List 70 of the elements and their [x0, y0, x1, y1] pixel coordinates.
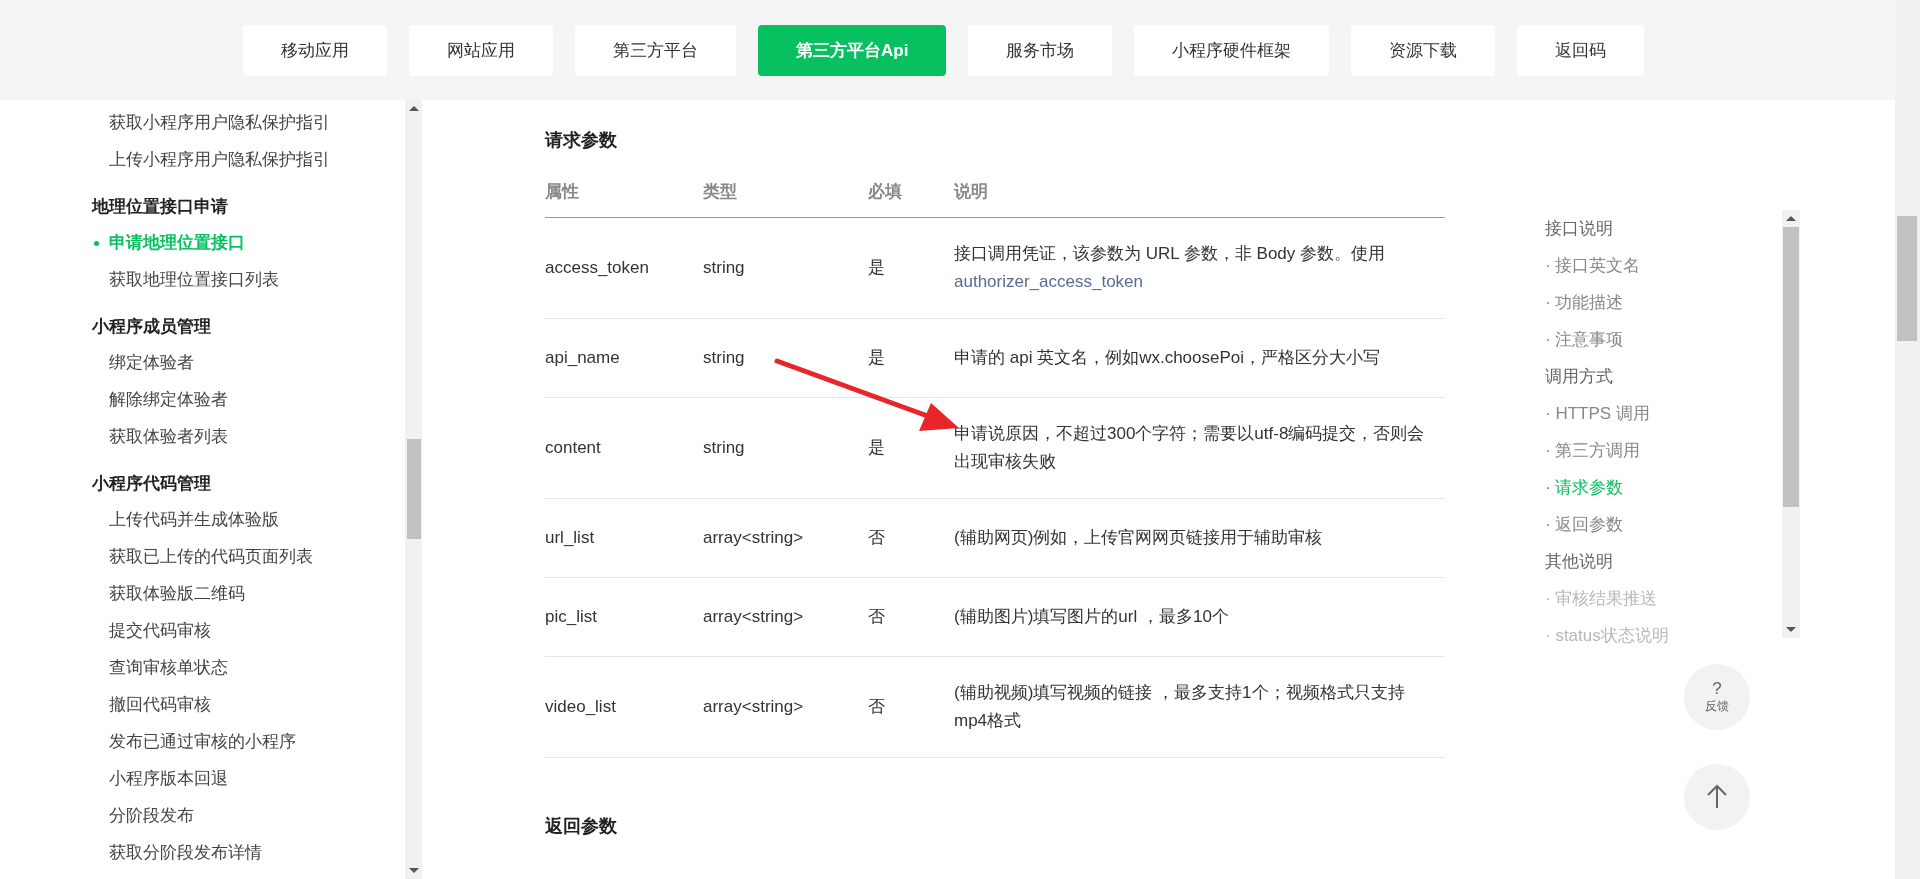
nav-tab[interactable]: 小程序硬件框架: [1134, 24, 1330, 76]
table-cell: 申请的 api 英文名，例如wx.choosePoi，严格区分大小写: [954, 318, 1445, 398]
sidebar-item[interactable]: 撤回代码审核: [92, 686, 405, 723]
section-heading: 返回参数: [545, 815, 618, 838]
column-header: 类型: [703, 180, 868, 218]
sidebar-item[interactable]: 获取小程序用户隐私保护指引: [92, 104, 405, 141]
description-text: 接口调用凭证，该参数为 URL 参数，非 Body 参数。使用: [954, 244, 1386, 263]
table-cell: array<string>: [703, 498, 868, 578]
sidebar-item[interactable]: 上传代码并生成体验版: [92, 501, 405, 538]
sidebar-item[interactable]: 绑定体验者: [92, 344, 405, 381]
sidebar-item[interactable]: 获取分阶段发布详情: [92, 834, 405, 871]
table-cell: pic_list: [545, 577, 703, 657]
toc-link[interactable]: 接口说明: [1545, 210, 1780, 247]
table-cell: 是: [868, 318, 954, 398]
nav-tab[interactable]: 网站应用: [409, 24, 553, 76]
sidebar-item[interactable]: 获取体验版二维码: [92, 575, 405, 612]
sidebar-item[interactable]: 小程序版本回退: [92, 760, 405, 797]
feedback-button[interactable]: ? 反馈: [1684, 664, 1750, 730]
sidebar-item[interactable]: 发布已通过审核的小程序: [92, 723, 405, 760]
sidebar-group-title: 地理位置接口申请: [92, 196, 229, 218]
toc-link[interactable]: · 接口英文名: [1545, 247, 1780, 284]
table-cell: string: [703, 397, 868, 499]
sidebar-item[interactable]: 查询审核单状态: [92, 649, 405, 686]
column-header: 说明: [954, 180, 1445, 218]
nav-tab[interactable]: 返回码: [1517, 24, 1645, 76]
column-header: 必填: [868, 180, 954, 218]
table-cell: 是: [868, 217, 954, 319]
table-cell: 否: [868, 498, 954, 578]
table-cell: access_token: [545, 217, 703, 319]
sidebar-item[interactable]: 获取已上传的代码页面列表: [92, 538, 405, 575]
table-cell: array<string>: [703, 656, 868, 758]
sidebar-item[interactable]: 分阶段发布: [92, 797, 405, 834]
toc-link[interactable]: · 注意事项: [1545, 321, 1780, 358]
sidebar-group-title: 小程序成员管理: [92, 316, 212, 338]
table-cell: api_name: [545, 318, 703, 398]
toc-link[interactable]: · 功能描述: [1545, 284, 1780, 321]
toc-link[interactable]: 其他说明: [1545, 543, 1780, 580]
table-cell: 否: [868, 577, 954, 657]
table-cell: string: [703, 318, 868, 398]
nav-tab[interactable]: 服务市场: [968, 24, 1113, 76]
column-header: 属性: [545, 180, 703, 218]
scrollbar[interactable]: [405, 100, 422, 879]
toc-link[interactable]: 调用方式: [1545, 358, 1780, 395]
nav-tab[interactable]: 资源下载: [1351, 24, 1496, 76]
sidebar-group-title: 小程序代码管理: [92, 473, 212, 495]
toc-link[interactable]: · HTTPS 调用: [1545, 395, 1780, 432]
scrollbar[interactable]: [1782, 210, 1800, 638]
nav-tab[interactable]: 移动应用: [243, 24, 387, 76]
nav-tab[interactable]: 第三方平台: [575, 24, 736, 76]
token-link[interactable]: authorizer_access_token: [954, 272, 1143, 291]
toc-link[interactable]: · 返回参数: [1545, 506, 1780, 543]
up-arrow-icon: [1706, 784, 1728, 810]
scrollbar[interactable]: [1895, 0, 1920, 879]
toc-link[interactable]: · 第三方调用: [1545, 432, 1780, 469]
table-cell: (辅助图片)填写图片的url ，最多10个: [954, 577, 1445, 657]
table-cell: (辅助视频)填写视频的链接 ，最多支持1个；视频格式只支持mp4格式: [954, 656, 1445, 758]
sidebar-item[interactable]: 提交代码审核: [92, 612, 405, 649]
sidebar-item[interactable]: 获取体验者列表: [92, 418, 405, 455]
table-cell: (辅助网页)例如，上传官网网页链接用于辅助审核: [954, 498, 1445, 578]
table-cell: array<string>: [703, 577, 868, 657]
table-cell: video_list: [545, 656, 703, 758]
table-cell: 否: [868, 656, 954, 758]
sidebar-item[interactable]: 解除绑定体验者: [92, 381, 405, 418]
table-cell: string: [703, 217, 868, 319]
sidebar-item[interactable]: 上传小程序用户隐私保护指引: [92, 141, 405, 178]
table-cell: content: [545, 397, 703, 499]
table-cell: 申请说原因，不超过300个字符；需要以utf-8编码提交，否则会出现审核失败: [954, 397, 1445, 499]
section-heading: 请求参数: [545, 129, 618, 152]
table-cell: url_list: [545, 498, 703, 578]
sidebar-item[interactable]: 获取地理位置接口列表: [92, 261, 405, 298]
